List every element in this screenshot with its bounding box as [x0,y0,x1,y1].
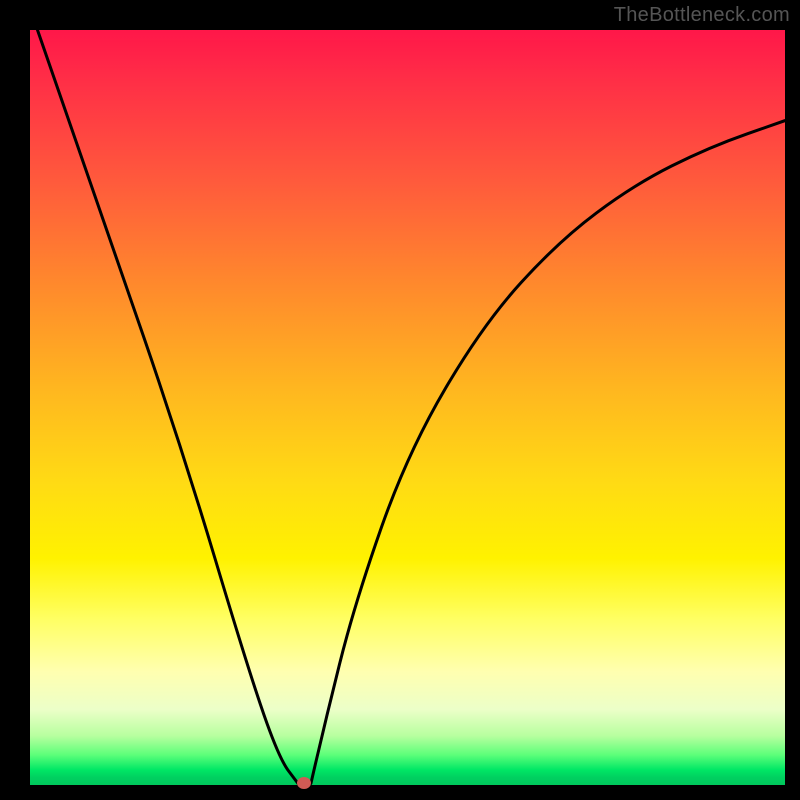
watermark-text: TheBottleneck.com [614,4,790,27]
chart-curve [30,30,785,785]
chart-marker-point [297,777,311,789]
